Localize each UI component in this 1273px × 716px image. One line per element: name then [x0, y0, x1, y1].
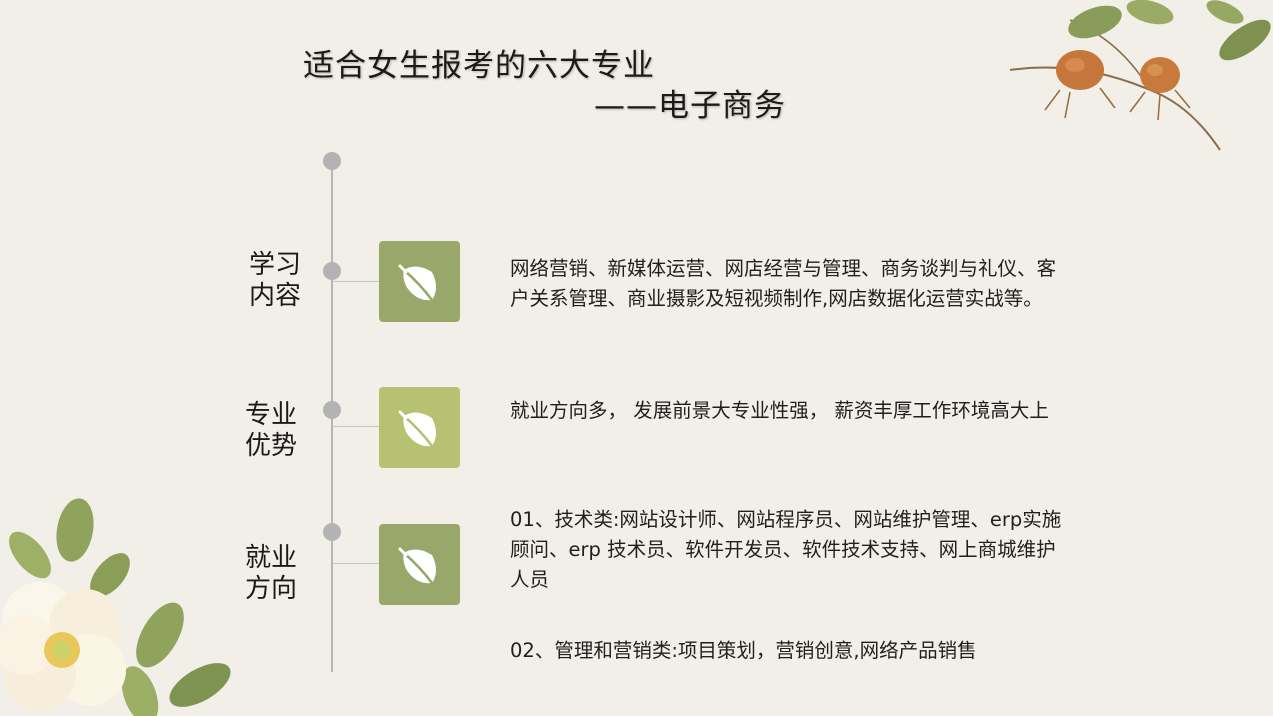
timeline-dot: [323, 262, 341, 280]
section-description-advantage: 就业方向多， 发展前景大专业性强， 薪资丰厚工作环境高大上: [510, 399, 1049, 422]
section-label-advantage: 专业 优势: [245, 400, 298, 461]
timeline-connector: [332, 281, 379, 282]
timeline-dot-top: [323, 152, 341, 170]
timeline-connector: [332, 563, 379, 564]
leaf-icon: [398, 264, 436, 301]
section-label-career: 就业 方向: [245, 543, 298, 604]
slide-title: 适合女生报考的六大专业: [303, 48, 655, 84]
white-flower-decoration: [0, 498, 231, 716]
leaf-icon: [398, 410, 436, 447]
section-description-study: 网络营销、新媒体运营、网店经营与管理、商务谈判与礼仪、客户关系管理、商业摄影及短…: [510, 257, 1057, 310]
timeline-dot: [323, 401, 341, 419]
timeline-dot: [323, 523, 341, 541]
section-label-study: 学习 内容: [249, 250, 302, 311]
section-icon-box: [379, 241, 460, 322]
section-description-career-management: 02、管理和营销类:项目策划，营销创意,网络产品销售: [510, 639, 977, 662]
section-icon-box: [379, 387, 460, 468]
timeline-connector: [332, 426, 379, 427]
section-icon-box: [379, 524, 460, 605]
section-description-career-tech: 01、技术类:网站设计师、网站程序员、网站维护管理、erp实施顾问、erp 技术…: [510, 508, 1062, 591]
rosehip-branch-decoration: [1009, 0, 1271, 151]
slide-subtitle: ——电子商务: [594, 88, 786, 124]
slide: 适合女生报考的六大专业 ——电子商务 学习 内容 网络营销、新媒体运营、网店经营…: [0, 0, 1273, 716]
leaf-icon: [398, 547, 436, 584]
